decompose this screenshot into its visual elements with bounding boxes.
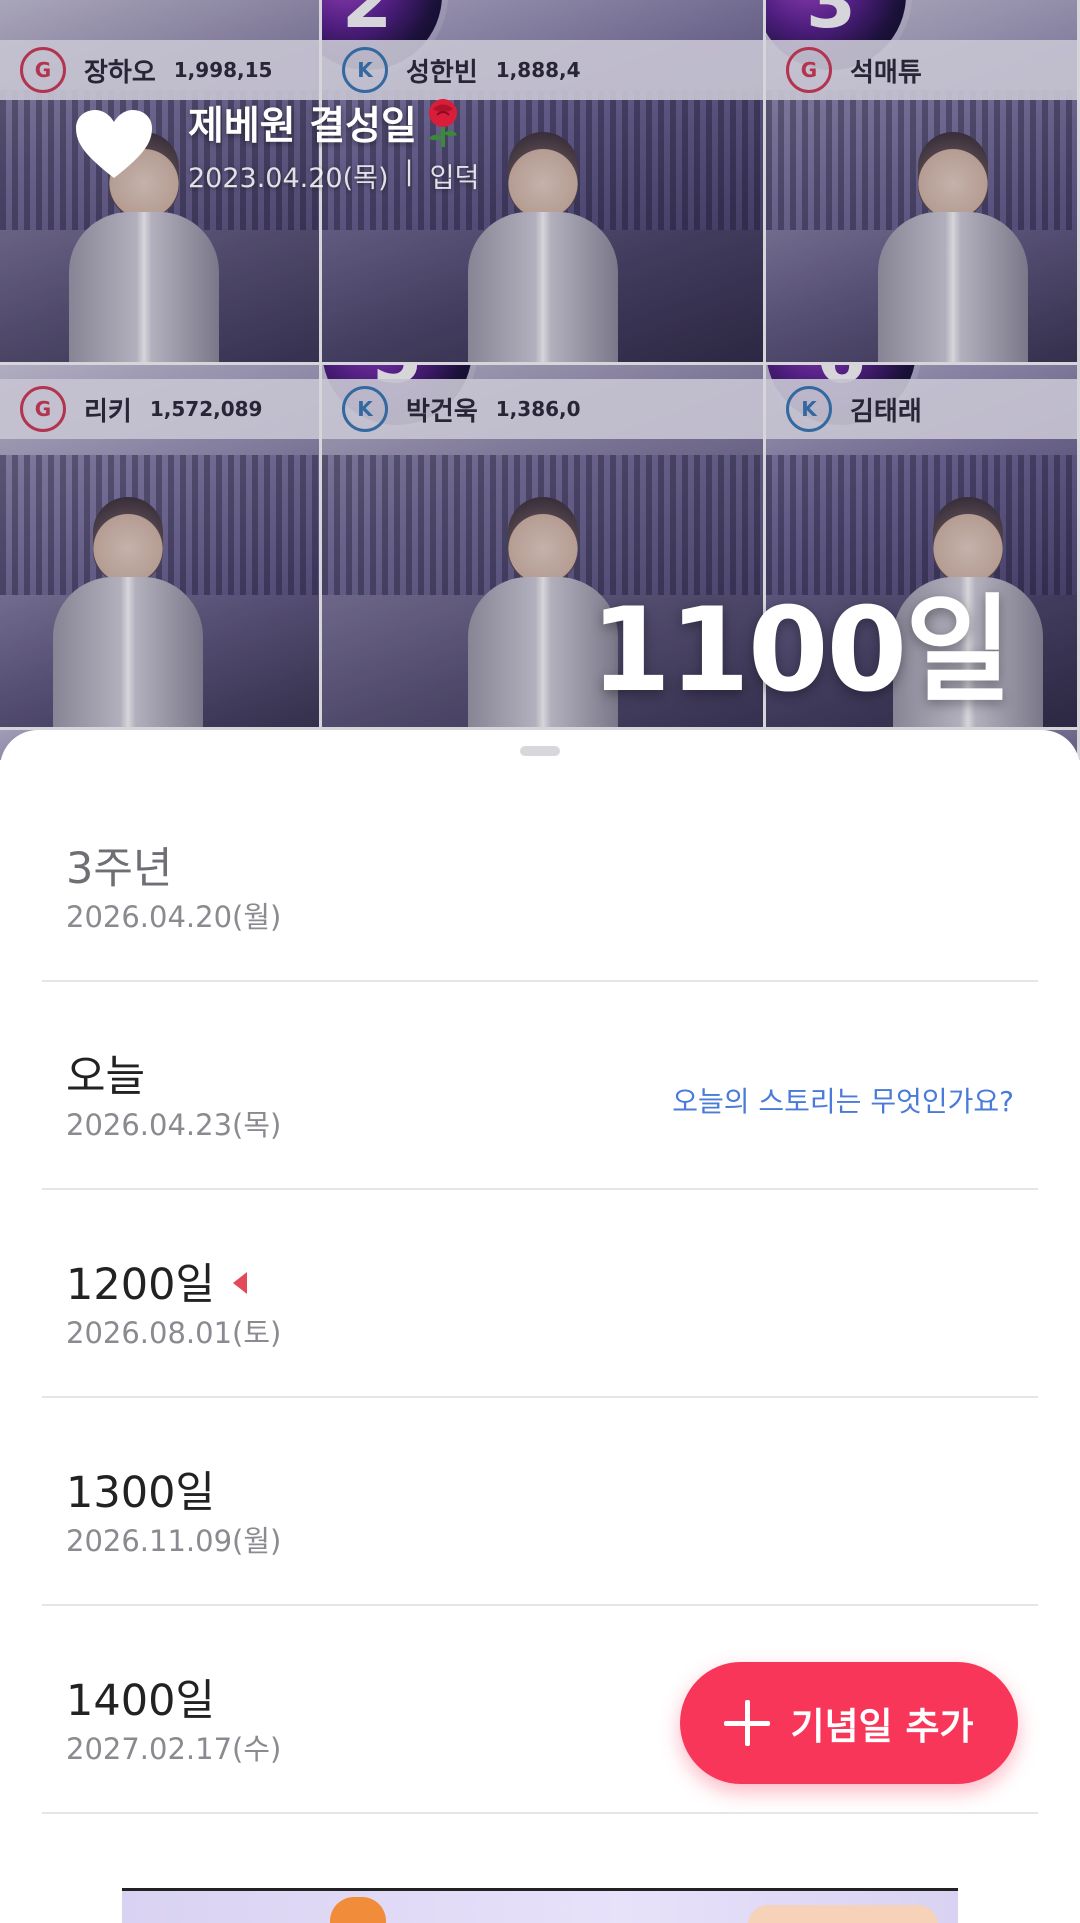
mascot-image xyxy=(330,1897,386,1923)
ad-cta-shape xyxy=(748,1905,938,1923)
anniversary-date: 2026.04.20(월) xyxy=(66,900,282,934)
event-title-text: 제베원 결성일 xyxy=(188,104,417,149)
anniversary-date: 2027.02.17(수) xyxy=(66,1732,282,1766)
plus-icon xyxy=(724,1700,771,1746)
add-anniversary-button[interactable]: 기념일 추가 xyxy=(680,1662,1018,1784)
anniversary-item[interactable]: 1200일 2026.08.01(토) xyxy=(42,1188,1038,1398)
meta-separator: | xyxy=(404,156,414,187)
add-anniversary-label: 기념일 추가 xyxy=(790,1705,974,1748)
anniversary-date: 2026.04.23(목) xyxy=(66,1108,282,1142)
anniversary-title: 1400일 xyxy=(66,1676,215,1726)
day-counter: 1100일 xyxy=(590,583,1012,718)
anniversary-item-today[interactable]: 오늘 2026.04.23(목) 오늘의 스토리는 무엇인가요? xyxy=(42,980,1038,1190)
anniversary-item[interactable]: 1300일 2026.11.09(월) xyxy=(42,1396,1038,1606)
event-tag: 입덕 xyxy=(429,163,480,194)
anniversary-title: 오늘 xyxy=(66,1052,146,1102)
anniversary-title: 1300일 xyxy=(66,1468,215,1518)
event-start-date: 2023.04.20(목) xyxy=(188,163,389,194)
event-meta: 2023.04.20(목) | 입덕 xyxy=(188,156,479,195)
anniversary-date: 2026.11.09(월) xyxy=(66,1524,282,1558)
ad-banner[interactable] xyxy=(122,1888,958,1923)
event-title: 제베원 결성일 xyxy=(188,95,463,151)
heart-icon[interactable] xyxy=(74,108,154,180)
anniversary-item[interactable]: 3주년 2026.04.20(월) xyxy=(42,772,1038,982)
anniversary-title: 1200일 xyxy=(66,1260,215,1310)
rose-icon xyxy=(428,99,457,147)
today-story-link[interactable]: 오늘의 스토리는 무엇인가요? xyxy=(672,1080,1014,1120)
sheet-drag-handle[interactable] xyxy=(520,746,560,756)
anniversary-date: 2026.08.01(토) xyxy=(66,1316,282,1350)
anniversary-title: 3주년 xyxy=(66,844,173,894)
hero-banner[interactable]: G 장하오 1,998,15 2 K 성한빈 1,888,4 3 G 석매튜 G 리키 1,5… xyxy=(0,0,1080,760)
upcoming-marker-icon xyxy=(233,1272,247,1294)
